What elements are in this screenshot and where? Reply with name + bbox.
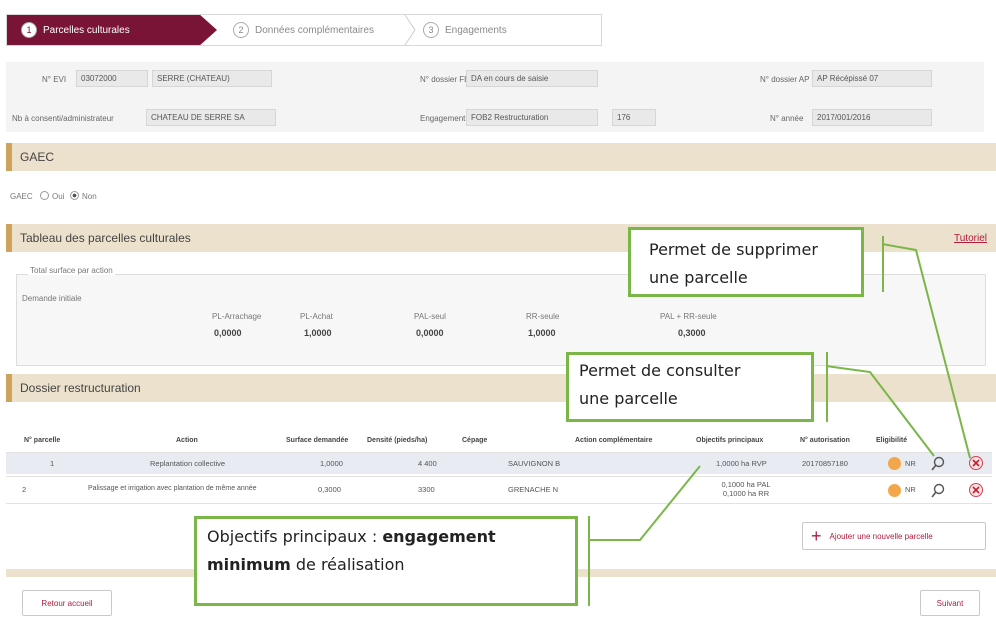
- add-parcel-button[interactable]: + Ajouter une nouvelle parcelle: [802, 522, 986, 550]
- surface-col: PL-Arrachage: [212, 312, 262, 321]
- callout-line: une parcelle: [579, 389, 678, 408]
- gaec-yes-radio[interactable]: [40, 191, 49, 200]
- tutoriel-link[interactable]: Tutoriel: [954, 233, 987, 244]
- consenti-label: Nb à consenti/administrateur: [12, 114, 114, 123]
- delete-icon[interactable]: [968, 455, 984, 471]
- surface-col: RR-seule: [526, 312, 560, 321]
- step-label: Données complémentaires: [255, 24, 374, 36]
- gaec-no-label: Non: [82, 192, 97, 201]
- callout-bold: minimum: [207, 555, 291, 574]
- consenti-field: CHATEAU DE SERRE SA: [146, 109, 276, 126]
- delete-icon[interactable]: [968, 482, 984, 498]
- table-row[interactable]: 2 Palissage et irrigation avec plantatio…: [6, 476, 992, 504]
- annee-label: N° année: [770, 114, 804, 123]
- row-num: 1: [50, 459, 55, 468]
- dossier-section-header: Dossier restructuration: [6, 374, 996, 402]
- row-densite: 3300: [418, 485, 435, 494]
- surface-col: PAL-seul: [414, 312, 446, 321]
- callout-line: Permet de supprimer: [649, 240, 818, 259]
- magnifier-icon[interactable]: [930, 483, 946, 499]
- gaec-title: GAEC: [20, 150, 55, 164]
- tableau-title: Tableau des parcelles culturales: [20, 231, 191, 245]
- surface-value: 0,0000: [214, 328, 242, 338]
- gaec-no-radio[interactable]: [70, 191, 79, 200]
- step-engagements[interactable]: 3 Engagements: [411, 15, 601, 45]
- row-cepage: SAUVIGNON B: [508, 459, 561, 468]
- plus-icon: +: [811, 526, 822, 546]
- gaec-section-header: GAEC: [6, 143, 996, 171]
- surface-col: PL-Achat: [300, 312, 333, 321]
- col-header: Surface demandée: [286, 437, 349, 444]
- surface-value: 0,3000: [678, 328, 706, 338]
- dossier-ap-field: AP Récépissé 07: [812, 70, 932, 87]
- row-autorisation: 20170857180: [802, 459, 848, 468]
- demande-label: Demande initiale: [22, 294, 82, 303]
- step-number: 1: [21, 22, 37, 38]
- name-field: SERRE (CHATEAU): [152, 70, 272, 87]
- col-header: Action: [176, 437, 198, 444]
- col-header: N° autorisation: [800, 437, 850, 444]
- step-label: Engagements: [445, 24, 507, 36]
- step-donnees[interactable]: 2 Données complémentaires: [221, 15, 405, 45]
- step-label: Parcelles culturales: [43, 24, 130, 36]
- row-action: Replantation collective: [150, 459, 226, 468]
- col-header: Cépage: [462, 437, 488, 444]
- back-home-button[interactable]: Retour accueil: [22, 590, 112, 616]
- row-objectif: 0,1000 ha PAL 0,1000 ha RR: [721, 480, 771, 498]
- magnifier-icon[interactable]: [930, 456, 946, 472]
- surface-value: 0,0000: [416, 328, 444, 338]
- row-num: 2: [22, 485, 27, 494]
- callout-bracket: [826, 352, 828, 422]
- row-action: Palissage et irrigation avec plantation …: [88, 485, 257, 492]
- row-objectif: 1,0000 ha RVP: [716, 459, 767, 468]
- col-header: N° parcelle: [24, 437, 61, 444]
- surface-col: PAL + RR-seule: [660, 312, 717, 321]
- callout-supprimer: Permet de supprimer une parcelle: [628, 227, 864, 297]
- dossier-label: N° dossier FE: [420, 75, 470, 84]
- callout-consulter: Permet de consulter une parcelle: [566, 352, 814, 422]
- row-elig: NR: [905, 459, 916, 468]
- gaec-yes-label: Oui: [52, 192, 65, 201]
- dossier-ap-label: N° dossier AP: [760, 75, 810, 84]
- step-number: 2: [233, 22, 249, 38]
- callout-text: de réalisation: [290, 555, 405, 574]
- dossier-title: Dossier restructuration: [20, 381, 141, 395]
- evi-label: N° EVI: [42, 75, 67, 84]
- engagement-label: Engagement: [420, 114, 466, 123]
- col-header: Objectifs principaux: [696, 437, 764, 444]
- table-row[interactable]: 1 Replantation collective 1,0000 4 400 S…: [6, 452, 992, 474]
- callout-line: Permet de consulter: [579, 361, 741, 380]
- engagement-extra-field: 176: [612, 109, 656, 126]
- annee-field: 2017/001/2016: [812, 109, 932, 126]
- callout-bracket: [588, 516, 590, 606]
- gaec-label: GAEC: [10, 192, 33, 201]
- step-number: 3: [423, 22, 439, 38]
- row-surface: 1,0000: [320, 459, 343, 468]
- app-screen: 1 Parcelles culturales 2 Données complém…: [0, 0, 996, 643]
- callout-text: Objectifs principaux :: [207, 527, 383, 546]
- callout-objectifs: Objectifs principaux : engagement minimu…: [194, 516, 578, 606]
- steps-bar: 1 Parcelles culturales 2 Données complém…: [6, 14, 602, 46]
- row-densite: 4 400: [418, 459, 437, 468]
- col-header: Densité (pieds/ha): [367, 437, 428, 444]
- step-parcelles[interactable]: 1 Parcelles culturales: [7, 15, 217, 45]
- surface-value: 1,0000: [528, 328, 556, 338]
- add-parcel-label: Ajouter une nouvelle parcelle: [829, 531, 933, 541]
- eligibility-dot-icon: [888, 484, 901, 497]
- callout-line: une parcelle: [649, 268, 748, 287]
- surface-legend: Total surface par action: [28, 266, 115, 275]
- col-header: Eligibilité: [876, 437, 908, 444]
- row-elig: NR: [905, 485, 916, 494]
- evi-field: 03072000: [76, 70, 148, 87]
- callout-bracket: [882, 236, 884, 292]
- row-cepage: GRENACHE N: [508, 485, 559, 494]
- col-header: Action complémentaire: [575, 437, 653, 444]
- callout-bold: engagement: [382, 527, 496, 546]
- next-button[interactable]: Suivant: [920, 590, 980, 616]
- surface-value: 1,0000: [304, 328, 332, 338]
- eligibility-dot-icon: [888, 457, 901, 470]
- dossier-field: DA en cours de saisie: [466, 70, 598, 87]
- engagement-field: FOB2 Restructuration: [466, 109, 598, 126]
- row-surface: 0,3000: [318, 485, 341, 494]
